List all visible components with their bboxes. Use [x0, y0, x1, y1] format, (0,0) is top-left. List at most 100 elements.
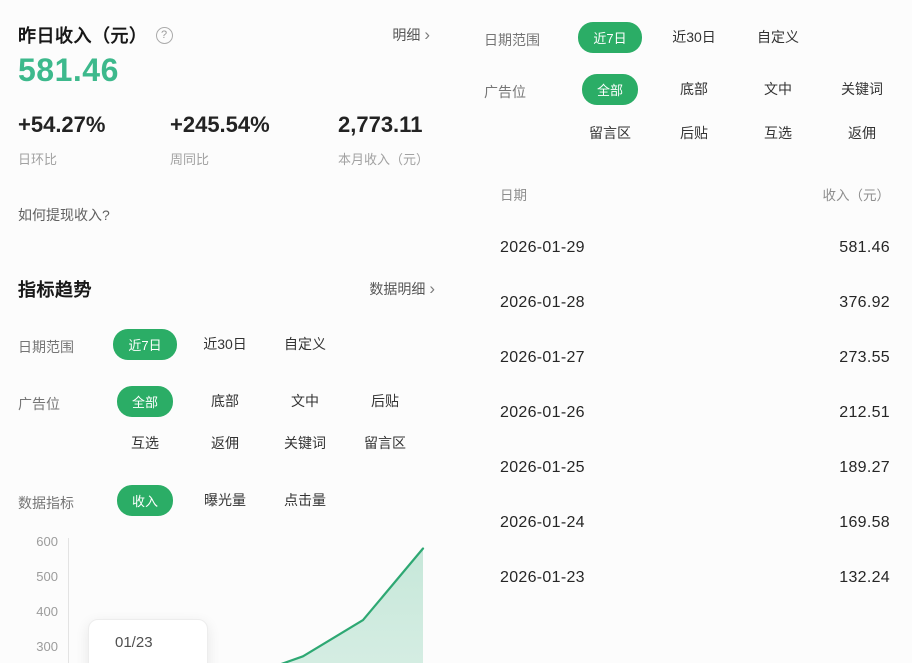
- y-axis-tick-label: 500: [26, 569, 58, 585]
- filter-option-unselected[interactable]: 近30日: [672, 27, 716, 47]
- right-panel: 日期范围近7日近30日自定义广告位全部底部文中关键词留言区后贴互选返佣 日期 收…: [456, 0, 912, 663]
- income-cell: 132.24: [839, 569, 890, 587]
- y-axis-tick-label: 400: [26, 604, 58, 620]
- filter-option-unselected[interactable]: 点击量: [284, 490, 326, 510]
- filter-option-unselected[interactable]: 后贴: [680, 123, 708, 143]
- table-row: 2026-01-28376.92: [500, 275, 890, 330]
- filter-option-unselected[interactable]: 自定义: [757, 27, 799, 47]
- trend-chart[interactable]: 01/23 132.24 600500400300: [0, 535, 430, 663]
- filter-option-unselected[interactable]: 文中: [764, 79, 792, 99]
- table-row: 2026-01-23132.24: [500, 550, 890, 605]
- filter-option-unselected[interactable]: 互选: [764, 123, 792, 143]
- filter-options: 近7日 近30日 自定义: [105, 330, 427, 372]
- filter-option-slot: 关键词: [820, 74, 904, 104]
- stat-value: 2,773.11: [338, 112, 429, 138]
- filter-label: 广告位: [484, 74, 568, 162]
- filter-option-selected[interactable]: 收入: [117, 485, 173, 516]
- filter-option-selected[interactable]: 近7日: [578, 22, 641, 53]
- trend-detail-link[interactable]: 数据明细 ›: [369, 279, 435, 299]
- chart-tooltip: 01/23 132.24: [88, 619, 208, 663]
- filter-option-slot: 全部: [105, 387, 185, 415]
- income-detail-link-label: 明细: [392, 25, 420, 45]
- filter-option-unselected[interactable]: 关键词: [841, 79, 883, 99]
- stat-label: 本月收入（元）: [338, 149, 429, 168]
- ad-revenue-dashboard: 昨日收入（元） ? 明细 › 581.46 +54.27% 日环比+245.54%…: [0, 0, 912, 663]
- trend-card-header: 指标趋势 数据明细 ›: [18, 276, 435, 302]
- income-cell: 376.92: [839, 294, 890, 312]
- filter-option-slot: 自定义: [265, 330, 345, 358]
- income-cell: 273.55: [839, 349, 890, 367]
- filter-label: 日期范围: [18, 330, 105, 372]
- filter-option-unselected[interactable]: 曝光量: [204, 490, 246, 510]
- filter-option-slot: 近30日: [652, 22, 736, 52]
- trend-card-title: 指标趋势: [18, 276, 92, 302]
- stat-value: +54.27%: [18, 112, 170, 138]
- filter-option-unselected[interactable]: 返佣: [848, 123, 876, 143]
- income-stats-row: +54.27% 日环比+245.54%周同比2,773.11 本月收入（元）: [18, 112, 429, 168]
- income-cell: 581.46: [839, 239, 890, 257]
- filter-label: 数据指标: [18, 486, 105, 528]
- filter-option-unselected[interactable]: 近30日: [203, 334, 247, 354]
- filter-option-slot: 关键词: [265, 429, 345, 457]
- filter-options: 近7日 近30日 自定义: [568, 22, 908, 66]
- filter-option-slot: 曝光量: [185, 486, 265, 514]
- filter-option-selected[interactable]: 近7日: [113, 329, 176, 360]
- withdraw-help-link[interactable]: 如何提现收入?: [18, 205, 110, 225]
- income-area-chart[interactable]: [0, 535, 430, 663]
- date-cell: 2026-01-29: [500, 239, 585, 257]
- filter-option-unselected[interactable]: 自定义: [284, 334, 326, 354]
- chevron-right-icon: ›: [424, 28, 430, 42]
- income-card-title: 昨日收入（元）: [18, 22, 148, 48]
- filter-option-unselected[interactable]: 文中: [291, 391, 319, 411]
- filter-option-slot: 自定义: [736, 22, 820, 52]
- filter-option-slot: 留言区: [568, 118, 652, 148]
- filter-option-unselected[interactable]: 关键词: [284, 433, 326, 453]
- filter-option-slot: 近30日: [185, 330, 265, 358]
- column-header-date: 日期: [500, 184, 527, 204]
- filter-group: 数据指标收入 曝光量 点击量: [18, 486, 428, 528]
- filter-option-slot: 近7日: [105, 330, 185, 358]
- filter-option-unselected[interactable]: 底部: [211, 391, 239, 411]
- filter-group: 广告位全部 底部 文中 关键词留言区 后贴 互选 返佣: [484, 74, 908, 162]
- y-axis-tick-label: 300: [26, 639, 58, 655]
- filter-option-unselected[interactable]: 底部: [680, 79, 708, 99]
- stat-label: 日环比: [18, 149, 170, 168]
- stat-item: +245.54%周同比: [170, 112, 338, 168]
- filter-option-unselected[interactable]: 留言区: [364, 433, 406, 453]
- filter-options: 收入 曝光量 点击量: [105, 486, 427, 528]
- filter-option-slot: 收入: [105, 486, 185, 514]
- income-cell: 189.27: [839, 459, 890, 477]
- filter-option-slot: 返佣: [820, 118, 904, 148]
- income-cell: 212.51: [839, 404, 890, 422]
- stat-label: 周同比: [170, 149, 338, 168]
- filter-options: 全部 底部 文中 后贴互选 返佣 关键词 留言区: [105, 387, 427, 471]
- filter-option-slot: 互选: [105, 429, 185, 457]
- filter-label: 广告位: [18, 387, 105, 471]
- table-row: 2026-01-25 189.27: [500, 440, 890, 495]
- income-detail-link[interactable]: 明细 ›: [392, 25, 430, 45]
- filter-option-slot: 留言区: [345, 429, 425, 457]
- filter-option-unselected[interactable]: 互选: [131, 433, 159, 453]
- table-row: 2026-01-29 581.46: [500, 220, 890, 275]
- column-header-income: 收入（元）: [823, 184, 891, 204]
- income-card-header: 昨日收入（元） ? 明细 ›: [18, 22, 430, 48]
- left-panel: 昨日收入（元） ? 明细 › 581.46 +54.27%日环比+245.54%…: [0, 0, 440, 663]
- filter-option-unselected[interactable]: 留言区: [589, 123, 631, 143]
- date-cell: 2026-01-24: [500, 514, 585, 532]
- filter-option-slot: 后贴: [652, 118, 736, 148]
- filter-group: 广告位全部 底部 文中 后贴互选 返佣 关键词 留言区: [18, 387, 428, 471]
- detail-filters: 日期范围近7日近30日自定义广告位全部底部文中关键词留言区后贴互选返佣: [484, 22, 908, 170]
- stat-item: +54.27% 日环比: [18, 112, 170, 168]
- filter-group: 日期范围近7日近30日自定义: [484, 22, 908, 66]
- date-cell: 2026-01-25: [500, 459, 585, 477]
- filter-option-selected[interactable]: 全部: [582, 74, 638, 105]
- filter-option-slot: 后贴: [345, 387, 425, 415]
- table-rows: 2026-01-29581.462026-01-28376.922026-01-…: [500, 220, 890, 605]
- date-cell: 2026-01-26: [500, 404, 585, 422]
- filter-option-unselected[interactable]: 后贴: [371, 391, 399, 411]
- table-row: 2026-01-24169.58: [500, 495, 890, 550]
- filter-option-selected[interactable]: 全部: [117, 386, 173, 417]
- help-icon[interactable]: ?: [156, 27, 173, 44]
- filter-option-unselected[interactable]: 返佣: [211, 433, 239, 453]
- filter-options: 全部 底部 文中 关键词留言区 后贴 互选 返佣: [568, 74, 908, 162]
